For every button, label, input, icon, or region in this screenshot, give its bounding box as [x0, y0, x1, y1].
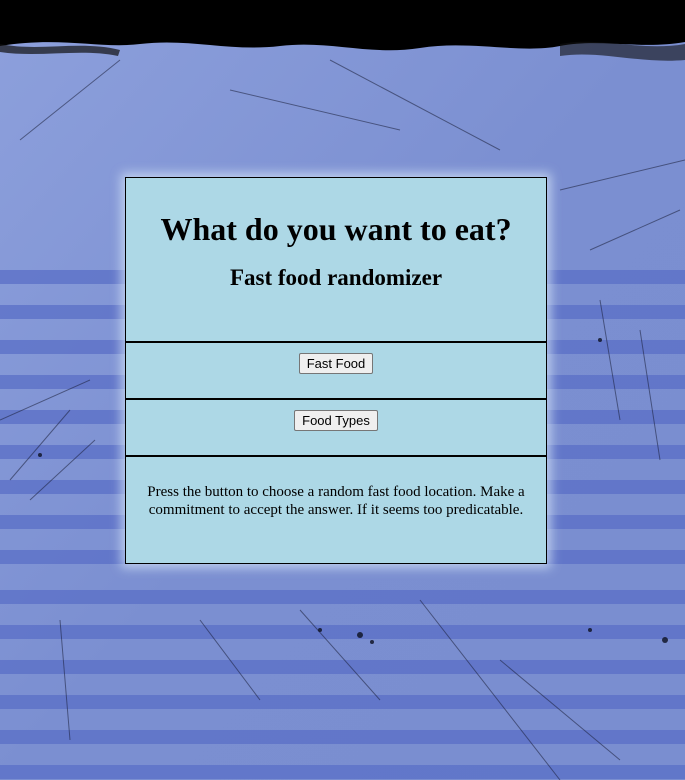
page-subtitle: Fast food randomizer	[229, 265, 443, 290]
fast-food-button[interactable]: Fast Food	[298, 353, 374, 374]
description-section: Press the button to choose a random fast…	[126, 457, 546, 563]
fast-food-section: Fast Food	[126, 343, 546, 400]
randomizer-panel: What do you want to eat? Fast food rando…	[125, 177, 547, 564]
food-types-section: Food Types	[126, 400, 546, 457]
header-section: What do you want to eat? Fast food rando…	[126, 178, 546, 343]
food-types-button[interactable]: Food Types	[294, 410, 378, 431]
description-text: Press the button to choose a random fast…	[147, 484, 525, 518]
page-title: What do you want to eat?	[160, 211, 512, 247]
